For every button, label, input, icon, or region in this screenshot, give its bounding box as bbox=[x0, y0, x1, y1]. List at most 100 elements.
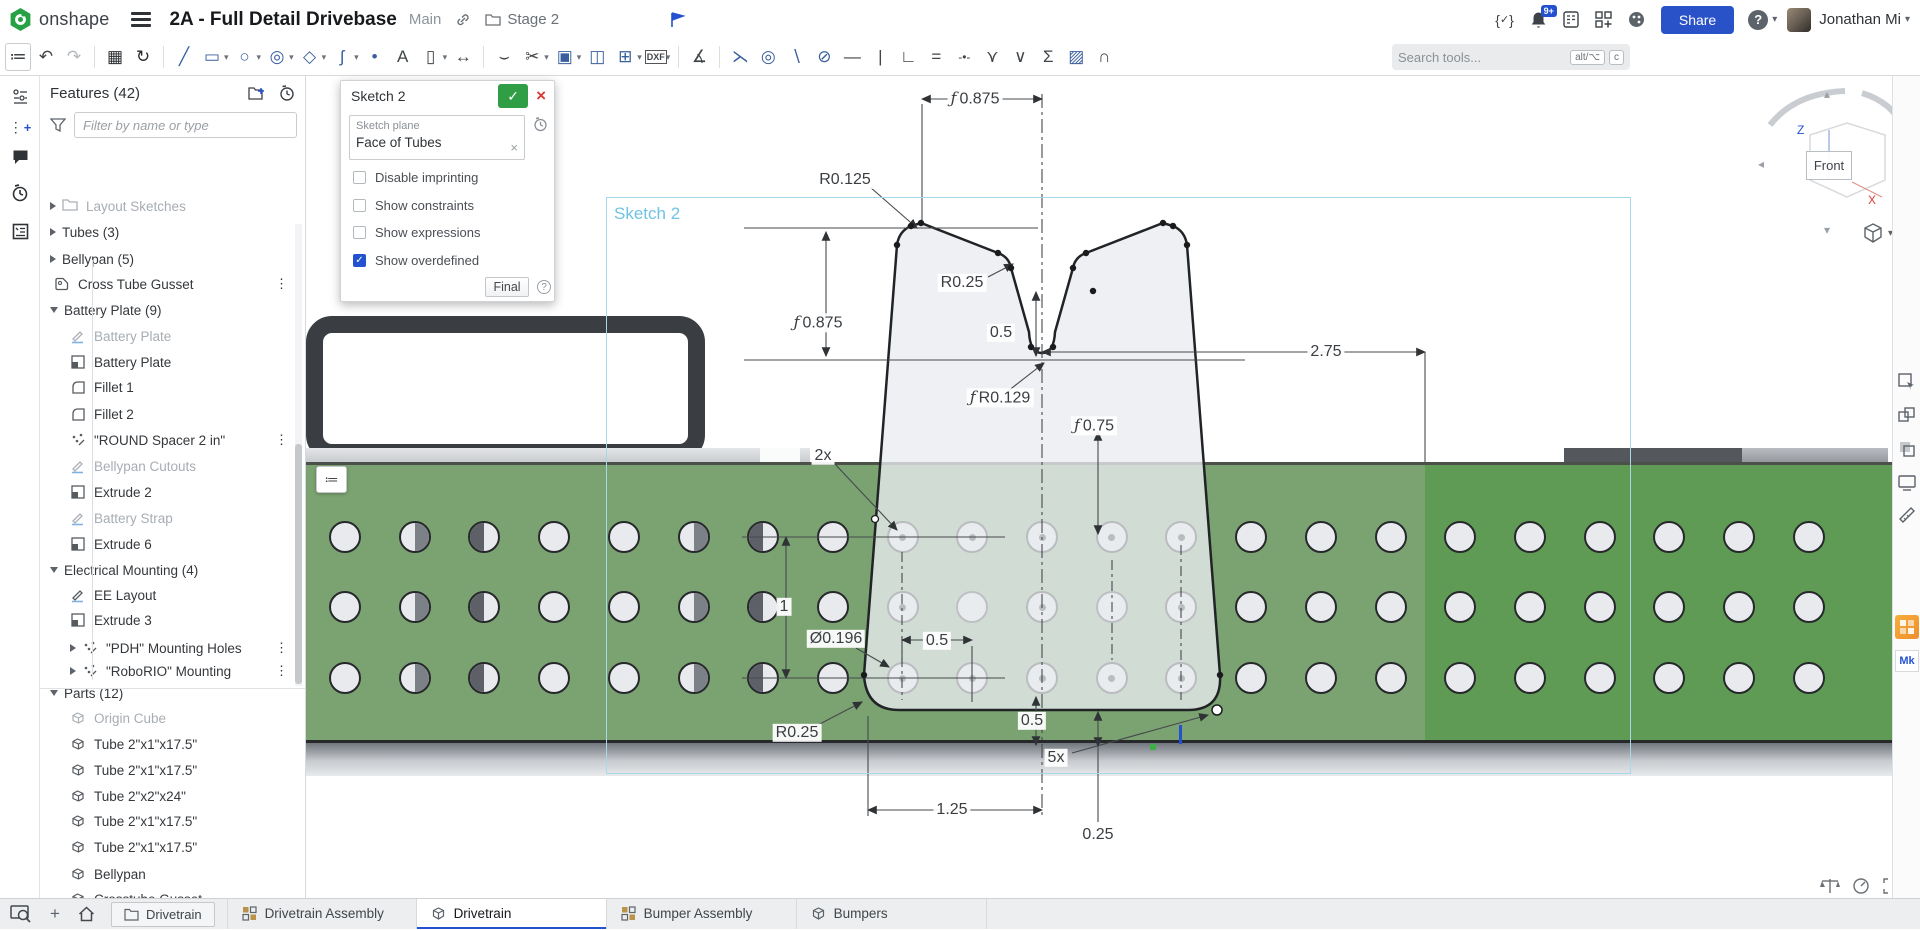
rollback-clock-icon[interactable] bbox=[279, 85, 295, 101]
mirror-tool[interactable]: ◫ bbox=[584, 43, 610, 71]
onshape-logo[interactable] bbox=[8, 7, 33, 32]
document-title[interactable]: 2A - Full Detail Drivebase bbox=[169, 9, 396, 31]
normal-constraint[interactable]: ∨ bbox=[1007, 43, 1033, 71]
dimension-label[interactable]: 1.25 bbox=[933, 801, 970, 819]
notifications-bell-icon[interactable]: 9+ bbox=[1530, 11, 1547, 29]
undo-icon[interactable]: ↶ bbox=[33, 43, 59, 71]
tab-folder-drivetrain[interactable]: Drivetrain bbox=[111, 902, 215, 927]
tab-bumpers[interactable]: Bumpers bbox=[797, 899, 987, 929]
horizontal-constraint[interactable]: — bbox=[839, 43, 865, 71]
user-avatar[interactable] bbox=[1787, 8, 1811, 32]
fix-constraint[interactable]: ▨ bbox=[1063, 43, 1089, 71]
link-icon[interactable] bbox=[455, 12, 471, 28]
confirm-button[interactable]: ✓ bbox=[498, 84, 528, 108]
dialog-help-icon[interactable]: ? bbox=[537, 280, 551, 294]
part-item[interactable]: Tube 2"x1"x17.5" bbox=[40, 808, 298, 834]
dimension-tool[interactable]: ↔ bbox=[450, 43, 476, 71]
concentric-constraint[interactable]: ◎ bbox=[755, 43, 781, 71]
dimension-label[interactable]: ƒR0.129 bbox=[967, 388, 1034, 407]
feature-item[interactable]: Layout Sketches bbox=[40, 193, 298, 219]
user-name[interactable]: Jonathan Mi bbox=[1819, 11, 1901, 28]
dxf-import-tool[interactable]: DXF bbox=[645, 50, 667, 64]
feature-item[interactable]: Bellypan Cutouts bbox=[40, 453, 298, 479]
tab-drivetrain[interactable]: Drivetrain bbox=[417, 899, 607, 929]
add-tab-button[interactable]: + bbox=[50, 904, 60, 924]
polygon-tool-caret-icon[interactable]: ▾ bbox=[322, 52, 327, 63]
cancel-icon[interactable]: × bbox=[536, 86, 546, 106]
dimension-label[interactable]: 0.5 bbox=[987, 324, 1015, 342]
feature-item[interactable]: Extrude 2 bbox=[40, 479, 298, 505]
sketch-list-flyout-button[interactable]: ≔ bbox=[316, 466, 347, 493]
help-caret-icon[interactable]: ▾ bbox=[1772, 14, 1777, 25]
dimension-label[interactable]: 2x bbox=[812, 447, 835, 465]
apps-icon[interactable] bbox=[1595, 11, 1612, 28]
pattern-tool-caret-icon[interactable]: ▾ bbox=[637, 52, 642, 63]
mkcad-app-icon[interactable]: Mk bbox=[1895, 650, 1919, 672]
onshape-wordmark[interactable]: onshape bbox=[39, 9, 109, 30]
scale-indicator-icon[interactable] bbox=[1820, 877, 1840, 895]
dimension-label[interactable]: 0.5 bbox=[923, 632, 951, 650]
spline-tool[interactable]: ʃ bbox=[329, 43, 355, 71]
layers-icon[interactable] bbox=[1898, 440, 1916, 458]
checkbox-icon[interactable]: ✓ bbox=[353, 254, 366, 267]
filter-funnel-icon[interactable] bbox=[50, 118, 66, 132]
isolate-icon[interactable] bbox=[1898, 407, 1916, 425]
slot-tool-caret-icon[interactable]: ▾ bbox=[443, 52, 448, 63]
parts-section-header[interactable]: Parts (12) bbox=[40, 680, 298, 706]
item-menu-icon[interactable]: ⋮ bbox=[275, 432, 288, 448]
perpendicular-constraint[interactable]: ∟ bbox=[895, 43, 921, 71]
tab-bumper-assembly[interactable]: Bumper Assembly bbox=[607, 899, 797, 929]
display-options-icon[interactable] bbox=[1898, 473, 1916, 491]
text-tool[interactable]: A bbox=[390, 43, 416, 71]
checkbox-show-overdefined[interactable]: ✓Show overdefined bbox=[353, 253, 479, 268]
dimension-label[interactable]: 0.25 bbox=[1079, 826, 1116, 844]
feature-item[interactable]: EE Layout bbox=[40, 582, 298, 608]
offset-tool-caret-icon[interactable]: ▾ bbox=[577, 52, 582, 63]
expression-icon[interactable]: Σ bbox=[1035, 43, 1061, 71]
checkbox-show-constraints[interactable]: Show constraints bbox=[353, 198, 474, 213]
caret-right-icon[interactable] bbox=[70, 644, 76, 652]
feature-item[interactable]: Tubes (3) bbox=[40, 219, 298, 245]
help-button[interactable]: ? bbox=[1748, 10, 1768, 30]
rotate-down-caret[interactable]: ▾ bbox=[1824, 223, 1830, 237]
dimension-label[interactable]: R0.25 bbox=[773, 724, 822, 742]
caret-down-icon[interactable] bbox=[50, 690, 58, 696]
checkbox-show-expressions[interactable]: Show expressions bbox=[353, 225, 481, 240]
rotate-up-caret[interactable]: ▴ bbox=[1824, 87, 1830, 101]
extrude-tool[interactable]: ▦ bbox=[102, 43, 128, 71]
dxf-import-tool-caret-icon[interactable]: ▾ bbox=[666, 52, 671, 63]
feature-item[interactable]: Battery Strap bbox=[40, 505, 298, 531]
feature-item[interactable]: Extrude 6 bbox=[40, 531, 298, 557]
theme-palette-icon[interactable] bbox=[1628, 11, 1645, 28]
slot-tool[interactable]: ▯ bbox=[418, 43, 444, 71]
caret-right-icon[interactable] bbox=[70, 667, 76, 675]
ellipse-tool-caret-icon[interactable]: ▾ bbox=[289, 52, 294, 63]
dialog-history-icon[interactable] bbox=[533, 117, 548, 132]
part-item[interactable]: Crosstube Gusset bbox=[40, 886, 298, 898]
circle-tool[interactable]: ○ bbox=[232, 43, 258, 71]
checkbox-icon[interactable] bbox=[353, 199, 366, 212]
tangent-constraint[interactable]: ⊘ bbox=[811, 43, 837, 71]
checkbox-disable-imprinting[interactable]: Disable imprinting bbox=[353, 170, 478, 185]
feature-item[interactable]: Battery Plate bbox=[40, 349, 298, 375]
dimension-label[interactable]: 5x bbox=[1045, 749, 1068, 767]
configurations-icon[interactable] bbox=[0, 82, 40, 112]
dimension-label[interactable]: 2.75 bbox=[1307, 343, 1344, 361]
offset-tool[interactable]: ▣ bbox=[552, 43, 578, 71]
insert-feature-icon[interactable]: ⋮+ bbox=[0, 112, 40, 142]
measure-panel-icon[interactable] bbox=[1898, 506, 1916, 524]
right-toolbar[interactable]: Mk bbox=[1892, 76, 1920, 898]
sketch-plane-field[interactable]: Sketch plane Face of Tubes × bbox=[349, 115, 525, 160]
vertical-constraint[interactable]: | bbox=[867, 43, 893, 71]
rotate-left-caret[interactable]: ◂ bbox=[1758, 157, 1764, 171]
tab-search-icon[interactable] bbox=[10, 905, 32, 923]
item-menu-icon[interactable]: ⋮ bbox=[275, 640, 288, 656]
front-view-face[interactable]: Front bbox=[1806, 151, 1852, 180]
coincident-constraint[interactable]: ⋋ bbox=[727, 43, 753, 71]
dimension-label[interactable]: 1 bbox=[777, 598, 792, 616]
rectangle-tool-caret-icon[interactable]: ▾ bbox=[224, 52, 229, 63]
home-icon[interactable] bbox=[78, 906, 95, 922]
revolve-tool[interactable]: ↻ bbox=[130, 43, 156, 71]
part-item[interactable]: Bellypan bbox=[40, 861, 298, 887]
workspace-name[interactable]: Main bbox=[409, 11, 442, 28]
